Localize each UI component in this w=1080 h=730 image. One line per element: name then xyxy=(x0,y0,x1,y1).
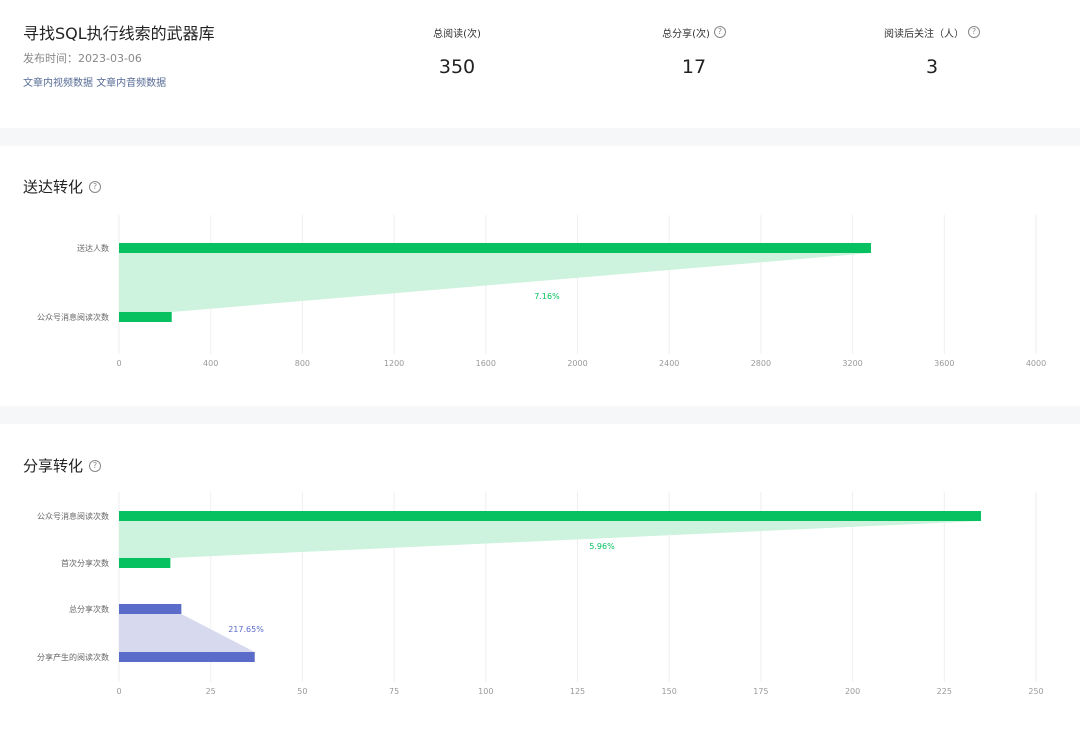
stat-total-shares: 总分享(次)? 17 xyxy=(594,24,794,78)
delivery-section-title: 送达转化 ? xyxy=(23,176,102,197)
x-tick-label: 75 xyxy=(389,687,399,696)
article-header: 寻找SQL执行线索的武器库 发布时间：2023-03-06 文章内视频数据 文章… xyxy=(0,0,1080,128)
bar xyxy=(119,511,981,521)
share-section-title: 分享转化 ? xyxy=(23,455,102,476)
delivery-conversion-chart: 0 400 800 1200 1600 2000 2400 2800 3200 3600 4000 7… xyxy=(37,215,1046,368)
article-links: 文章内视频数据 文章内音频数据 xyxy=(23,74,166,89)
video-data-link[interactable]: 文章内视频数据 xyxy=(23,78,93,89)
x-tick-label: 100 xyxy=(478,687,493,696)
x-tick-label: 25 xyxy=(206,687,216,696)
stat-value: 17 xyxy=(681,56,707,78)
bar xyxy=(119,604,182,614)
help-icon[interactable]: ? xyxy=(89,459,102,472)
stat-follows-after-read: 阅读后关注（人）? 3 xyxy=(832,24,1032,78)
stat-label: 阅读后关注（人） xyxy=(884,28,964,40)
x-tick-label: 4000 xyxy=(1026,359,1046,368)
section-divider xyxy=(0,406,1080,424)
x-tick-label: 125 xyxy=(570,687,585,696)
x-tick-label: 2800 xyxy=(751,359,771,368)
x-tick-label: 3600 xyxy=(934,359,954,368)
x-tick-label: 1600 xyxy=(476,359,496,368)
x-tick-label: 200 xyxy=(845,687,860,696)
help-icon[interactable]: ? xyxy=(89,180,102,193)
x-tick-label: 2400 xyxy=(659,359,679,368)
section-divider xyxy=(0,128,1080,146)
category-label: 首次分享次数 xyxy=(61,558,109,568)
category-label: 分享产生的阅读次数 xyxy=(37,652,109,662)
x-tick-label: 0 xyxy=(116,687,121,696)
section-title-text: 送达转化 xyxy=(23,178,84,196)
bar xyxy=(119,312,172,322)
x-tick-label: 150 xyxy=(662,687,677,696)
help-icon[interactable]: ? xyxy=(968,26,980,38)
x-tick-label: 225 xyxy=(937,687,952,696)
stat-label: 总分享(次) xyxy=(662,28,710,40)
x-tick-label: 50 xyxy=(297,687,307,696)
x-tick-label: 3200 xyxy=(842,359,862,368)
x-tick-label: 400 xyxy=(203,359,218,368)
article-title: 寻找SQL执行线索的武器库 xyxy=(23,24,215,43)
bar xyxy=(119,243,871,253)
publish-label: 发布时间： xyxy=(23,52,78,65)
conversion-rate-label: 5.96% xyxy=(589,542,615,551)
conversion-rate-label: 7.16% xyxy=(534,292,560,301)
stat-total-reads: 总阅读(次) 350 xyxy=(357,24,557,79)
category-label: 公众号消息阅读次数 xyxy=(37,312,109,322)
category-label: 公众号消息阅读次数 xyxy=(37,511,109,521)
category-label: 送达人数 xyxy=(77,243,109,253)
conversion-rate-label: 217.65% xyxy=(228,625,264,634)
x-tick-label: 250 xyxy=(1028,687,1043,696)
x-tick-label: 1200 xyxy=(384,359,404,368)
share-conversion-chart: 0 25 50 75 100 125 150 175 200 225 250 5.96% 217.65%… xyxy=(37,492,1044,696)
bar xyxy=(119,558,171,568)
x-tick-label: 2000 xyxy=(567,359,587,368)
conversion-funnel xyxy=(119,253,871,312)
bar xyxy=(119,652,255,662)
category-label: 总分享次数 xyxy=(69,604,109,614)
publish-info: 发布时间：2023-03-06 xyxy=(23,50,142,66)
section-title-text: 分享转化 xyxy=(23,457,84,475)
publish-date: 2023-03-06 xyxy=(78,52,142,65)
x-tick-label: 800 xyxy=(295,359,310,368)
x-tick-label: 175 xyxy=(753,687,768,696)
x-tick-label: 0 xyxy=(116,359,121,368)
help-icon[interactable]: ? xyxy=(713,26,726,38)
audio-data-link[interactable]: 文章内音频数据 xyxy=(96,78,166,89)
stat-label: 总阅读(次) xyxy=(433,28,481,40)
stat-value: 3 xyxy=(925,56,939,78)
stat-value: 350 xyxy=(438,56,476,78)
conversion-funnel xyxy=(119,521,981,558)
